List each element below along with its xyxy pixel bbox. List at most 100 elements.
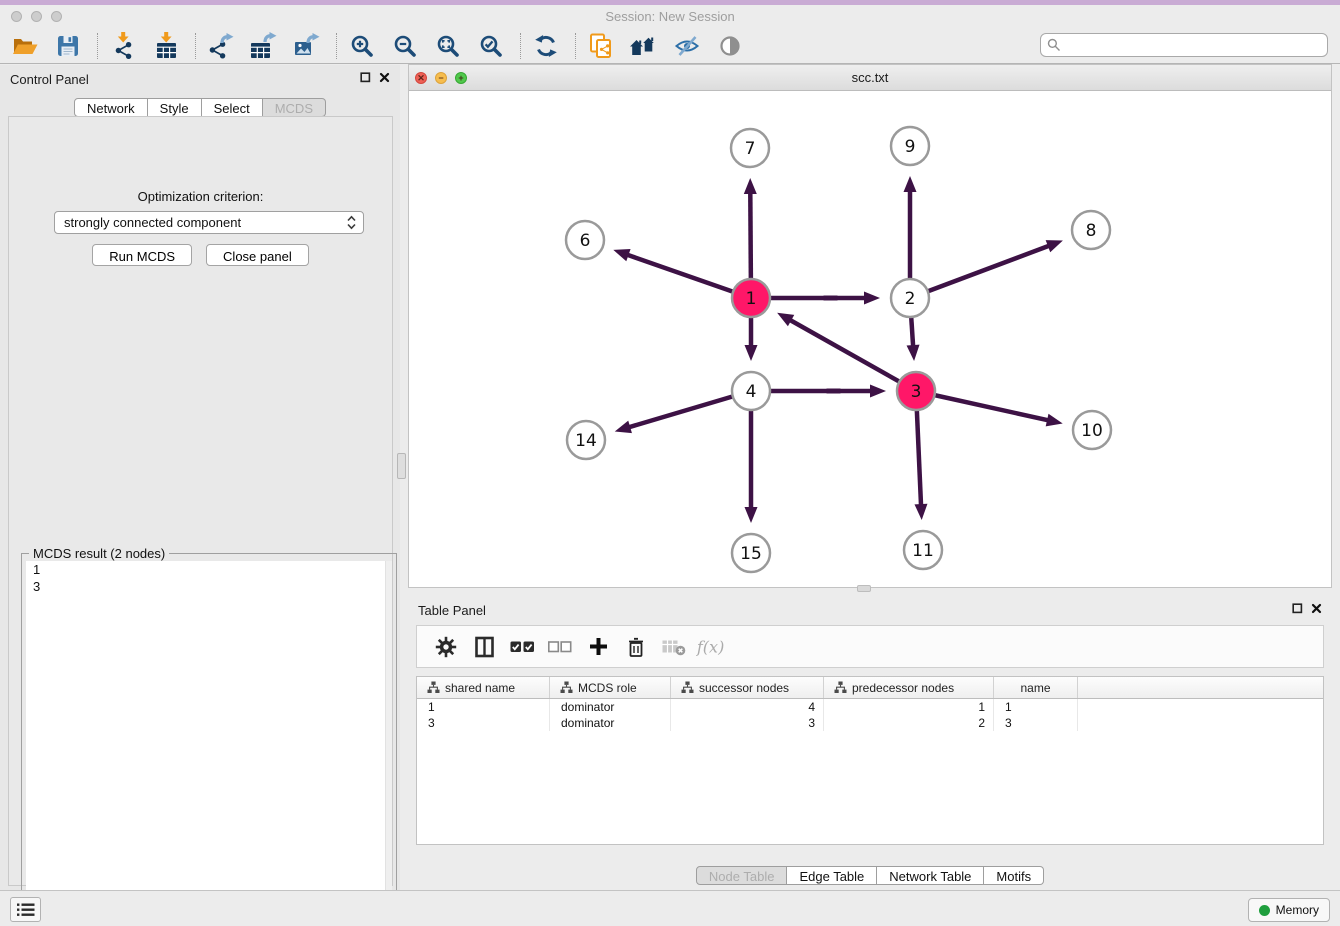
graph-node-15[interactable]: 15 — [732, 534, 770, 572]
tab-network[interactable]: Network — [74, 98, 148, 117]
graph-edge-1-6[interactable] — [613, 249, 751, 298]
graph-node-8[interactable]: 8 — [1072, 211, 1110, 249]
contrast-button[interactable] — [714, 31, 746, 61]
graph-node-14[interactable]: 14 — [567, 421, 605, 459]
search-box[interactable] — [1040, 33, 1328, 57]
result-scrollbar[interactable] — [385, 561, 392, 916]
hide-graphics-details-button[interactable] — [671, 31, 703, 61]
cell-MCDS-role[interactable]: dominator — [550, 699, 671, 715]
tab-node-table[interactable]: Node Table — [696, 866, 788, 885]
column-header-predecessor-nodes[interactable]: predecessor nodes — [824, 677, 994, 698]
column-header-name[interactable]: name — [994, 677, 1078, 698]
graph-node-11[interactable]: 11 — [904, 531, 942, 569]
float-panel-icon[interactable] — [360, 72, 371, 83]
network-canvas[interactable]: 1 2 3 4 6 7 8 9 10 11 14 15 — [409, 91, 1331, 587]
window-title: Session: New Session — [0, 9, 1340, 24]
split-view-button[interactable] — [468, 632, 500, 662]
cell-predecessor-nodes[interactable]: 1 — [824, 699, 994, 715]
cell-successor-nodes[interactable]: 3 — [671, 715, 824, 731]
hidden-columns-button[interactable] — [658, 632, 690, 662]
tab-motifs[interactable]: Motifs — [984, 866, 1044, 885]
titlebar: Session: New Session — [0, 5, 1340, 28]
tab-select[interactable]: Select — [202, 98, 263, 117]
select-all-button[interactable] — [506, 632, 538, 662]
network-graph: 1 2 3 4 6 7 8 9 10 11 14 15 — [409, 91, 1331, 587]
mcds-result-list[interactable]: 13 — [26, 561, 392, 916]
zoom-selected-button[interactable] — [475, 31, 507, 61]
table-row[interactable]: 1dominator411 — [417, 699, 1323, 715]
toolbar-separator — [575, 33, 576, 59]
graph-node-2[interactable]: 2 — [891, 279, 929, 317]
deselect-all-button[interactable] — [544, 632, 576, 662]
chevron-up-down-icon — [346, 215, 357, 230]
cell-MCDS-role[interactable]: dominator — [550, 715, 671, 731]
run-mcds-button[interactable]: Run MCDS — [92, 244, 192, 266]
cell-shared-name[interactable]: 3 — [417, 715, 550, 731]
column-header-successor-nodes[interactable]: successor nodes — [671, 677, 824, 698]
column-header-shared-name[interactable]: shared name — [417, 677, 550, 698]
network-view-window: ✕ − + scc.txt 1 2 3 4 6 7 8 9 10 11 14 15 — [408, 64, 1332, 588]
zoom-fit-button[interactable] — [432, 31, 464, 61]
import-network-button[interactable] — [107, 31, 139, 61]
close-panel-icon[interactable] — [1311, 603, 1322, 614]
duplicate-network-button[interactable] — [585, 31, 617, 61]
refresh-button[interactable] — [530, 31, 562, 61]
cell-successor-nodes[interactable]: 4 — [671, 699, 824, 715]
graph-node-3[interactable]: 3 — [897, 372, 935, 410]
function-button[interactable]: f(x) — [696, 632, 728, 662]
column-header-MCDS-role[interactable]: MCDS role — [550, 677, 671, 698]
graph-edge-2-8[interactable] — [910, 240, 1063, 298]
graph-node-1[interactable]: 1 — [732, 279, 770, 317]
graph-edge-3-10[interactable] — [916, 391, 1063, 426]
task-history-button[interactable] — [10, 897, 41, 922]
cell-predecessor-nodes[interactable]: 2 — [824, 715, 994, 731]
graph-node-7[interactable]: 7 — [731, 129, 769, 167]
graph-edge-4-14[interactable] — [615, 391, 751, 433]
save-button[interactable] — [52, 31, 84, 61]
panel-splitter-grip[interactable] — [397, 453, 406, 479]
graph-node-10[interactable]: 10 — [1073, 411, 1111, 449]
list-icon — [17, 903, 35, 917]
criterion-dropdown[interactable]: strongly connected component — [54, 211, 364, 234]
memory-button[interactable]: Memory — [1248, 898, 1330, 922]
settings-button[interactable] — [430, 632, 462, 662]
export-table-button[interactable] — [248, 31, 280, 61]
zoom-out-button[interactable] — [389, 31, 421, 61]
cell-name[interactable]: 3 — [994, 715, 1078, 731]
zoom-in-button[interactable] — [346, 31, 378, 61]
import-table-button[interactable] — [150, 31, 182, 61]
home-button[interactable] — [628, 31, 660, 61]
tab-network-table[interactable]: Network Table — [877, 866, 984, 885]
graph-node-6[interactable]: 6 — [566, 221, 604, 259]
close-panel-button[interactable]: Close panel — [206, 244, 309, 266]
edge-label — [824, 296, 838, 301]
tab-mcds[interactable]: MCDS — [263, 98, 326, 117]
export-network-button[interactable] — [205, 31, 237, 61]
memory-status-icon — [1259, 905, 1270, 916]
toolbar-separator — [336, 33, 337, 59]
export-image-button[interactable] — [291, 31, 323, 61]
memory-label: Memory — [1276, 903, 1319, 917]
cell-shared-name[interactable]: 1 — [417, 699, 550, 715]
column-header-filler — [1078, 677, 1323, 698]
tab-edge-table[interactable]: Edge Table — [787, 866, 877, 885]
network-splitter-grip[interactable] — [857, 585, 871, 592]
add-button[interactable] — [582, 632, 614, 662]
open-button[interactable] — [9, 31, 41, 61]
tab-style[interactable]: Style — [148, 98, 202, 117]
search-input[interactable] — [1061, 36, 1327, 54]
graph-node-9[interactable]: 9 — [891, 127, 929, 165]
network-window-titlebar[interactable]: ✕ − + scc.txt — [409, 65, 1331, 91]
optimization-criterion-label: Optimization criterion: — [9, 189, 392, 204]
close-panel-icon[interactable] — [379, 72, 390, 83]
table-row[interactable]: 3dominator323 — [417, 715, 1323, 731]
graph-edge-3-1[interactable] — [777, 313, 916, 391]
graph-node-4[interactable]: 4 — [732, 372, 770, 410]
float-panel-icon[interactable] — [1292, 603, 1303, 614]
cell-name[interactable]: 1 — [994, 699, 1078, 715]
delete-button[interactable] — [620, 632, 652, 662]
hierarchy-icon — [427, 681, 440, 694]
control-panel-title: Control Panel — [10, 72, 89, 87]
mcds-result-title: MCDS result (2 nodes) — [29, 546, 169, 561]
hierarchy-icon — [560, 681, 573, 694]
